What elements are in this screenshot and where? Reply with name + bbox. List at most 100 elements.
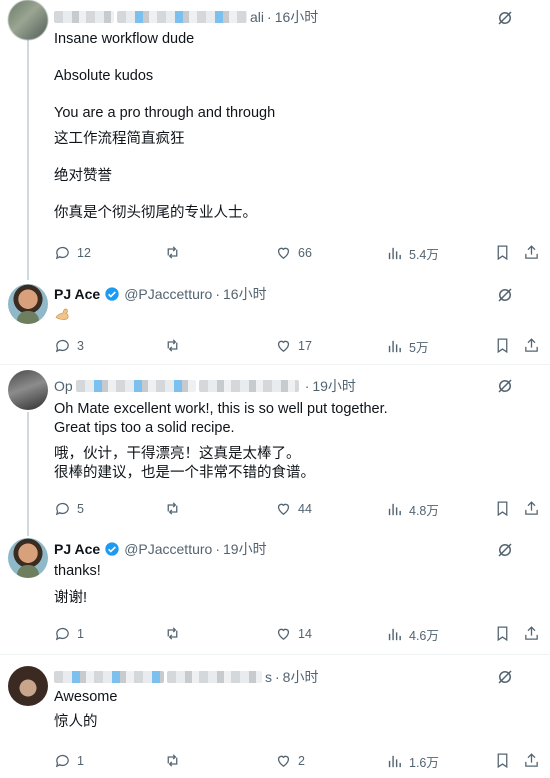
tweet[interactable]: s · 8小时 Awesome 惊人的 1 2 1.6万 [0,656,550,778]
tweet-actions: 5 44 4.8万 [54,500,550,520]
tweet-line: 你真是个彻头彻尾的专业人士。 [54,205,257,221]
tweet[interactable]: PJ Ace @PJaccetturo · 16小时 3 17 5万 [0,282,550,365]
bookmark-icon [497,626,508,642]
tweet-actions: 12 66 5.4万 [54,244,550,264]
repost-icon [167,502,178,515]
repost-button[interactable] [164,625,181,642]
reply-button[interactable]: 3 [54,337,84,354]
share-button[interactable] [523,500,540,517]
timestamp[interactable]: 16小时 [275,7,319,27]
verified-badge-icon [105,542,119,556]
views-button[interactable]: 4.8万 [386,500,439,519]
like-button[interactable]: 44 [275,500,312,517]
tweet-text: Awesome 惊人的 [54,688,534,732]
bookmark-icon [497,501,508,517]
heart-icon [277,628,290,640]
display-name[interactable]: PJ Ace [54,541,100,557]
heart-icon [277,247,290,259]
reply-icon [55,754,69,768]
views-count: 4.8万 [409,504,439,518]
share-button[interactable] [523,752,540,769]
avatar[interactable] [8,284,48,324]
name-suffix: s [265,669,272,685]
share-icon [525,501,538,515]
bookmark-button[interactable] [494,244,511,261]
bookmark-icon [497,753,508,769]
timestamp[interactable]: 19小时 [312,376,356,396]
share-button[interactable] [523,244,540,261]
share-button[interactable] [523,337,540,354]
separator-dot: · [275,669,280,685]
share-icon [525,245,538,259]
tweet-line: 这工作流程简直疯狂 [54,131,185,147]
tweet-line: 哦，伙计，干得漂亮！这真是太棒了。 [54,446,301,462]
tweet-line: 很棒的建议，也是一个非常不错的食谱。 [54,465,315,481]
like-count: 2 [298,753,305,768]
tweet-text: thanks! 谢谢! [54,562,534,608]
grok-icon[interactable] [496,668,514,686]
heart-icon [277,503,290,515]
views-button[interactable]: 5万 [386,337,428,356]
reply-icon [55,246,69,260]
like-button[interactable]: 17 [275,337,312,354]
tweet[interactable]: ali · 16小时 Insane workflow dude Absolute… [0,0,550,282]
avatar[interactable] [8,666,48,706]
repost-button[interactable] [164,500,181,517]
views-icon [388,628,401,641]
verified-badge-icon [105,287,119,301]
reply-button[interactable]: 5 [54,500,84,517]
like-button[interactable]: 2 [275,752,305,769]
views-icon [388,503,401,516]
tweet[interactable]: PJ Ace @PJaccetturo · 19小时 thanks! 谢谢! 1… [0,536,550,655]
handle[interactable]: @PJaccetturo [124,286,212,302]
repost-button[interactable] [164,752,181,769]
redacted-name [75,380,196,392]
reply-button[interactable]: 12 [54,244,91,261]
grok-icon[interactable] [496,541,514,559]
timestamp[interactable]: 16小时 [223,284,267,304]
handle[interactable]: @PJaccetturo [124,541,212,557]
share-button[interactable] [523,625,540,642]
share-icon [525,753,538,767]
bookmark-icon [497,338,508,354]
reply-button[interactable]: 1 [54,625,84,642]
reply-button[interactable]: 1 [54,752,84,769]
bookmark-button[interactable] [494,625,511,642]
views-button[interactable]: 5.4万 [386,244,439,263]
redacted-name [54,671,164,683]
tweet-actions: 1 2 1.6万 [54,752,550,772]
reply-count: 1 [77,753,84,768]
bookmark-button[interactable] [494,337,511,354]
like-button[interactable]: 66 [275,244,312,261]
tweet-header: Op · 19小时 [54,377,356,395]
timestamp[interactable]: 8小时 [283,667,319,687]
repost-button[interactable] [164,244,181,261]
tweet-header: PJ Ace @PJaccetturo · 16小时 [54,285,267,303]
repost-icon [167,627,178,640]
avatar[interactable] [8,0,48,40]
avatar[interactable] [8,370,48,410]
share-icon [525,338,538,352]
tweet-line: Absolute kudos [54,68,154,84]
bookmark-button[interactable] [494,500,511,517]
heart-icon [277,755,290,767]
tweet-text: Oh Mate excellent work!, this is so well… [54,400,534,483]
views-button[interactable]: 1.6万 [386,752,439,771]
grok-icon[interactable] [496,9,514,27]
views-button[interactable]: 4.6万 [386,625,439,644]
grok-icon[interactable] [496,286,514,304]
tweet[interactable]: Op · 19小时 Oh Mate excellent work!, this … [0,366,550,526]
views-icon [388,340,401,353]
like-count: 17 [298,338,312,353]
avatar[interactable] [8,538,48,578]
tweet-actions: 3 17 5万 [54,337,550,357]
grok-icon[interactable] [496,377,514,395]
like-button[interactable]: 14 [275,625,312,642]
bookmark-button[interactable] [494,752,511,769]
repost-button[interactable] [164,337,181,354]
views-count: 1.6万 [409,756,439,770]
display-name[interactable]: PJ Ace [54,286,100,302]
timestamp[interactable]: 19小时 [223,539,267,559]
like-count: 44 [298,501,312,516]
name-suffix: ali [250,9,265,25]
